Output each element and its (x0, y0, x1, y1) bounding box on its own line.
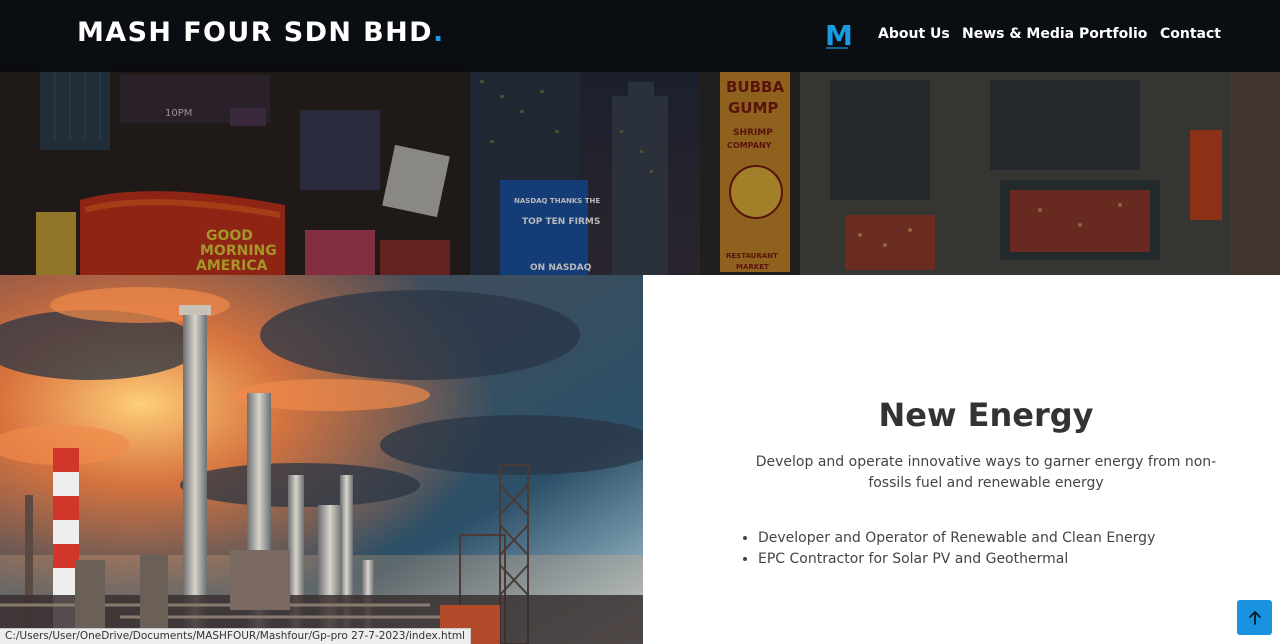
mash-four-logo-icon[interactable]: M (823, 19, 853, 52)
brand-dot: . (432, 17, 445, 48)
feature-list: Developer and Operator of Renewable and … (758, 528, 1155, 570)
list-item: EPC Contractor for Solar PV and Geotherm… (758, 549, 1155, 570)
nav-portfolio[interactable]: Portfolio (1079, 26, 1147, 42)
top-navbar: MASH FOUR SDN BHD. M About Us News & Med… (0, 0, 1280, 72)
list-item: Developer and Operator of Renewable and … (758, 528, 1155, 549)
back-to-top-button[interactable] (1237, 600, 1272, 635)
nav-about-us[interactable]: About Us (878, 26, 950, 42)
logo-letter: M (825, 20, 851, 50)
browser-status-bar: C:/Users/User/OneDrive/Documents/MASHFOU… (0, 628, 471, 644)
brand-name[interactable]: MASH FOUR SDN BHD. (77, 17, 445, 48)
refinery-sunset-illustration (0, 275, 643, 644)
nav-contact[interactable]: Contact (1160, 26, 1221, 42)
new-energy-section: New Energy Develop and operate innovativ… (643, 275, 1280, 644)
nav-news-media[interactable]: News & Media (962, 26, 1074, 42)
section-title: New Energy (878, 396, 1094, 434)
brand-name-text: MASH FOUR SDN BHD (77, 17, 433, 48)
refinery-image (0, 275, 643, 644)
section-description: Develop and operate innovative ways to g… (755, 454, 1217, 491)
arrow-up-icon (1248, 610, 1261, 625)
